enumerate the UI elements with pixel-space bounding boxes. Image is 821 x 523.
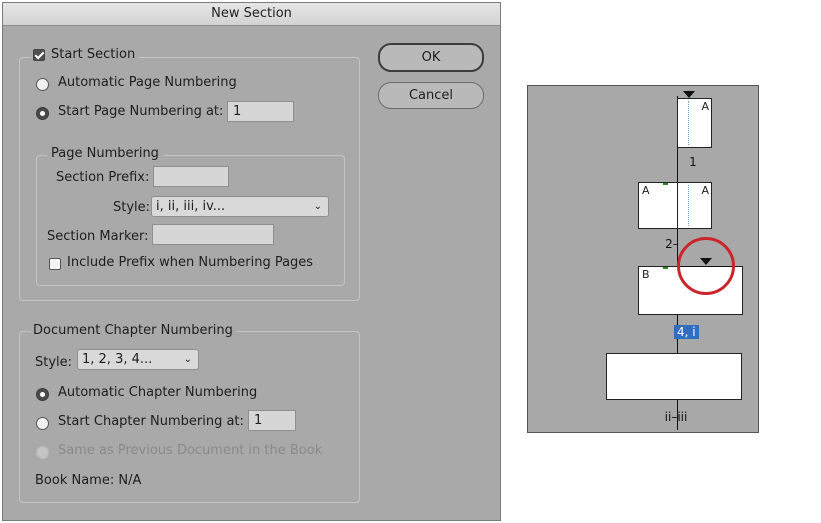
master-letter: B bbox=[642, 268, 650, 281]
auto-page-numbering-radio[interactable] bbox=[36, 78, 49, 91]
section-start-icon bbox=[683, 91, 695, 98]
margin-guide bbox=[688, 101, 689, 145]
highlight-circle bbox=[677, 237, 735, 295]
section-marker-input[interactable] bbox=[152, 224, 274, 245]
page-marker bbox=[663, 183, 668, 185]
pages-panel: A 1 A A 2– B 4, i ii–iii bbox=[527, 85, 759, 433]
same-as-previous-radio bbox=[36, 446, 49, 459]
chapter-style-label: Style: bbox=[35, 355, 73, 370]
start-chapter-numbering-label[interactable]: Start Chapter Numbering at: bbox=[58, 414, 244, 429]
auto-chapter-numbering-label[interactable]: Automatic Chapter Numbering bbox=[58, 385, 257, 400]
chapter-style-value: 1, 2, 3, 4... bbox=[82, 352, 153, 367]
master-letter: A bbox=[701, 184, 709, 197]
page-thumb-5[interactable] bbox=[606, 353, 742, 400]
ok-button[interactable]: OK bbox=[378, 43, 484, 72]
include-prefix-label[interactable]: Include Prefix when Numbering Pages bbox=[67, 255, 313, 270]
page-numbering-legend: Page Numbering bbox=[47, 146, 163, 161]
page-thumb-2[interactable]: A bbox=[638, 182, 678, 229]
selected-page-caption: 4, i bbox=[674, 325, 699, 339]
start-page-numbering-radio[interactable] bbox=[36, 107, 49, 120]
chevron-down-icon: ⌄ bbox=[313, 201, 322, 212]
chevron-down-icon: ⌄ bbox=[183, 354, 192, 365]
section-prefix-label: Section Prefix: bbox=[56, 170, 150, 185]
start-section-checkbox[interactable] bbox=[33, 49, 45, 61]
auto-page-numbering-label[interactable]: Automatic Page Numbering bbox=[58, 75, 237, 90]
dialog-title: New Section bbox=[3, 3, 500, 26]
start-section-label: Start Section bbox=[51, 47, 136, 62]
section-marker-label: Section Marker: bbox=[47, 229, 149, 244]
page-caption: ii–iii bbox=[664, 410, 688, 424]
page-thumb-3[interactable]: A bbox=[677, 182, 712, 229]
book-name-text: Book Name: N/A bbox=[35, 473, 142, 488]
section-prefix-input[interactable] bbox=[153, 166, 229, 187]
cancel-button[interactable]: Cancel bbox=[378, 82, 484, 109]
new-section-dialog: New Section Start Section Automatic Page… bbox=[2, 2, 501, 521]
master-letter: A bbox=[701, 100, 709, 113]
page-style-label: Style: bbox=[113, 200, 151, 215]
page-style-value: i, ii, iii, iv... bbox=[156, 199, 226, 214]
page-caption: 2– bbox=[665, 237, 679, 251]
include-prefix-checkbox[interactable] bbox=[49, 258, 61, 270]
page-thumb-1[interactable]: A bbox=[677, 98, 712, 148]
start-chapter-number-input[interactable]: 1 bbox=[248, 410, 296, 431]
chapter-numbering-legend: Document Chapter Numbering bbox=[31, 323, 237, 338]
start-section-legend[interactable]: Start Section bbox=[31, 47, 140, 63]
start-page-number-input[interactable]: 1 bbox=[227, 101, 294, 122]
same-as-previous-label: Same as Previous Document in the Book bbox=[58, 443, 323, 458]
start-page-numbering-label[interactable]: Start Page Numbering at: bbox=[58, 104, 223, 119]
chapter-style-select[interactable]: 1, 2, 3, 4... ⌄ bbox=[77, 349, 199, 370]
page-style-select[interactable]: i, ii, iii, iv... ⌄ bbox=[151, 196, 329, 217]
page-marker bbox=[663, 267, 668, 269]
page-caption: 1 bbox=[689, 155, 697, 169]
start-chapter-numbering-radio[interactable] bbox=[36, 417, 49, 430]
margin-guide bbox=[688, 185, 689, 226]
auto-chapter-numbering-radio[interactable] bbox=[36, 388, 49, 401]
master-letter: A bbox=[642, 184, 650, 197]
